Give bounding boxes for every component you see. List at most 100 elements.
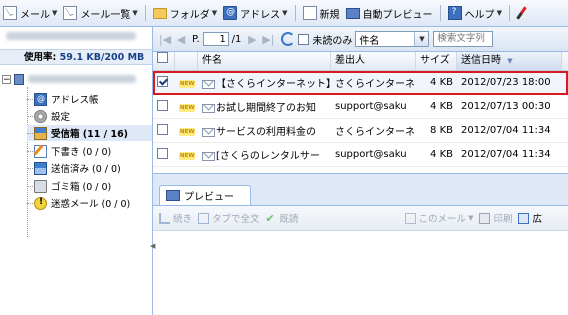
sent-icon	[34, 161, 47, 175]
sidebar-item-drafts[interactable]: 下書き (0 / 0)	[27, 143, 111, 159]
sidebar-item-spam[interactable]: 迷惑メール (0 / 0)	[27, 195, 130, 211]
sidebar-item-label: 下書き (0 / 0)	[51, 147, 112, 158]
account-node[interactable]: −	[2, 72, 136, 86]
new-badge-cell: NEW	[175, 149, 198, 160]
full-text-tab-button[interactable]: タブで全文	[198, 211, 260, 225]
search-field-select[interactable]: 件名 ▼	[355, 31, 430, 47]
subject-text: [さくらのレンタルサー	[216, 151, 320, 162]
new-mail-icon	[302, 6, 317, 20]
tree-connector	[27, 167, 33, 169]
from-cell: さくらインターネ	[335, 127, 415, 138]
mail-menu-button[interactable]: メール ▼	[0, 2, 60, 24]
sidebar-item-label: 迷惑メール (0 / 0)	[51, 199, 131, 210]
row-checkbox-cell[interactable]	[153, 147, 175, 162]
usage-value: 59.1 KB/200 MB	[59, 52, 145, 63]
toolbar-divider	[294, 5, 296, 21]
address-menu-button[interactable]: アドレス ▼	[220, 2, 290, 24]
from-cell: support@saku	[335, 149, 407, 160]
tools-button[interactable]	[514, 2, 533, 24]
column-header-subject[interactable]: 件名	[198, 52, 331, 70]
table-row[interactable]: NEW サービスの利用料金の さくらインターネ 8 KB 2012/07/04 …	[153, 119, 568, 143]
row-checkbox-cell[interactable]	[153, 99, 175, 114]
expand-label: 広	[532, 214, 542, 225]
draft-icon	[34, 144, 47, 158]
envelope-icon	[202, 103, 215, 113]
date-cell: 2012/07/23 18:00	[461, 77, 551, 88]
row-checkbox[interactable]	[157, 99, 168, 111]
row-checkbox[interactable]	[157, 75, 168, 87]
row-checkbox-cell[interactable]	[153, 123, 175, 138]
tree-connector	[27, 202, 33, 204]
sidebar-item-sent[interactable]: 送信済み (0 / 0)	[27, 160, 121, 176]
printer-icon	[479, 212, 491, 224]
this-mail-menu-button[interactable]: このメール ▼	[404, 211, 473, 225]
from-cell: support@saku	[335, 101, 407, 112]
chevron-down-icon[interactable]: ▼	[414, 32, 429, 46]
monitor-icon	[345, 7, 360, 19]
date-cell: 2012/07/04 11:34	[461, 149, 551, 160]
envelope-icon	[202, 79, 215, 89]
column-header-size[interactable]: サイズ	[416, 52, 457, 70]
unread-only-label: 未読のみ	[312, 35, 353, 47]
prev-page-icon[interactable]: ◀	[173, 33, 189, 46]
row-checkbox[interactable]	[157, 123, 168, 135]
preview-tab-strip: プレビュー	[153, 183, 568, 206]
row-checkbox[interactable]	[157, 147, 168, 159]
table-row[interactable]: NEW [さくらのレンタルサー support@saku 4 KB 2012/0…	[153, 143, 568, 167]
column-header-date[interactable]: 送信日時 ▼	[457, 52, 562, 70]
next-page-icon[interactable]: ▶	[244, 33, 260, 46]
row-checkbox-cell[interactable]	[153, 75, 175, 90]
tree-connector	[27, 185, 33, 187]
print-button[interactable]: 印刷	[479, 211, 512, 225]
collapse-left-icon[interactable]: ◀	[150, 242, 155, 250]
table-row[interactable]: NEW 【さくらインターネット】さ さくらインターネ 4 KB 2012/07/…	[153, 71, 568, 95]
sidebar-item-label: 送信済み (0 / 0)	[51, 164, 121, 175]
sidebar-item-settings[interactable]: 設定	[27, 108, 70, 124]
from-cell: さくらインターネ	[335, 79, 415, 90]
usage-label: 使用率:	[24, 52, 57, 63]
wand-icon	[517, 6, 527, 20]
expand-button[interactable]: 広	[518, 211, 542, 225]
first-page-icon[interactable]: |◀	[157, 33, 173, 46]
table-row[interactable]: NEW お試し期間終了のお知 support@saku 4 KB 2012/07…	[153, 95, 568, 119]
sidebar-item-trash[interactable]: ゴミ箱 (0 / 0)	[27, 178, 111, 194]
tree-connector	[27, 132, 33, 134]
select-all-header[interactable]	[153, 52, 175, 70]
sidebar-item-address-book[interactable]: アドレス帳	[27, 91, 99, 107]
collapse-toggle-icon[interactable]: −	[2, 74, 11, 84]
mail-list-menu-button[interactable]: メール一覧 ▼	[60, 2, 140, 24]
address-label: アドレス	[240, 9, 281, 21]
folder-menu-button[interactable]: フォルダ ▼	[150, 2, 220, 24]
tree-connector	[27, 150, 33, 152]
mark-read-button[interactable]: ✔ 既読	[266, 211, 299, 226]
folder-icon	[152, 7, 167, 19]
toolbar-divider	[144, 5, 146, 21]
select-all-checkbox[interactable]	[157, 52, 168, 63]
mail-list-icon	[63, 6, 78, 20]
refresh-icon[interactable]	[281, 32, 296, 46]
subject-cell: お試し期間終了のお知	[198, 99, 331, 114]
page-input[interactable]: 1	[202, 32, 229, 46]
last-page-icon[interactable]: ▶|	[260, 33, 276, 46]
chevron-down-icon: ▼	[496, 9, 502, 17]
help-menu-button[interactable]: ヘルプ ▼	[445, 2, 505, 24]
trash-icon	[34, 179, 47, 193]
sidebar-item-label: 設定	[51, 112, 71, 123]
sidebar-item-inbox[interactable]: 受信箱 (11 / 16)	[27, 125, 152, 141]
sort-desc-icon: ▼	[507, 57, 513, 65]
column-header-from[interactable]: 差出人	[331, 52, 416, 70]
continue-button[interactable]: 続き	[159, 211, 192, 225]
new-badge: NEW	[179, 104, 196, 112]
inbox-icon	[34, 126, 47, 140]
sidebar-item-label: 受信箱 (11 / 16)	[51, 129, 129, 140]
auto-preview-button[interactable]: 自動プレビュー	[343, 2, 436, 24]
new-mail-button[interactable]: 新規	[300, 2, 343, 24]
search-input[interactable]: 検索文字列	[433, 31, 494, 47]
help-label: ヘルプ	[464, 9, 495, 21]
unread-only-checkbox[interactable]	[298, 33, 310, 45]
tree-connector	[27, 98, 33, 100]
tab-preview[interactable]: プレビュー	[159, 185, 251, 205]
mail-menu-label: メール	[20, 9, 50, 21]
size-cell: 4 KB	[430, 101, 453, 112]
address-book-icon	[34, 92, 47, 106]
